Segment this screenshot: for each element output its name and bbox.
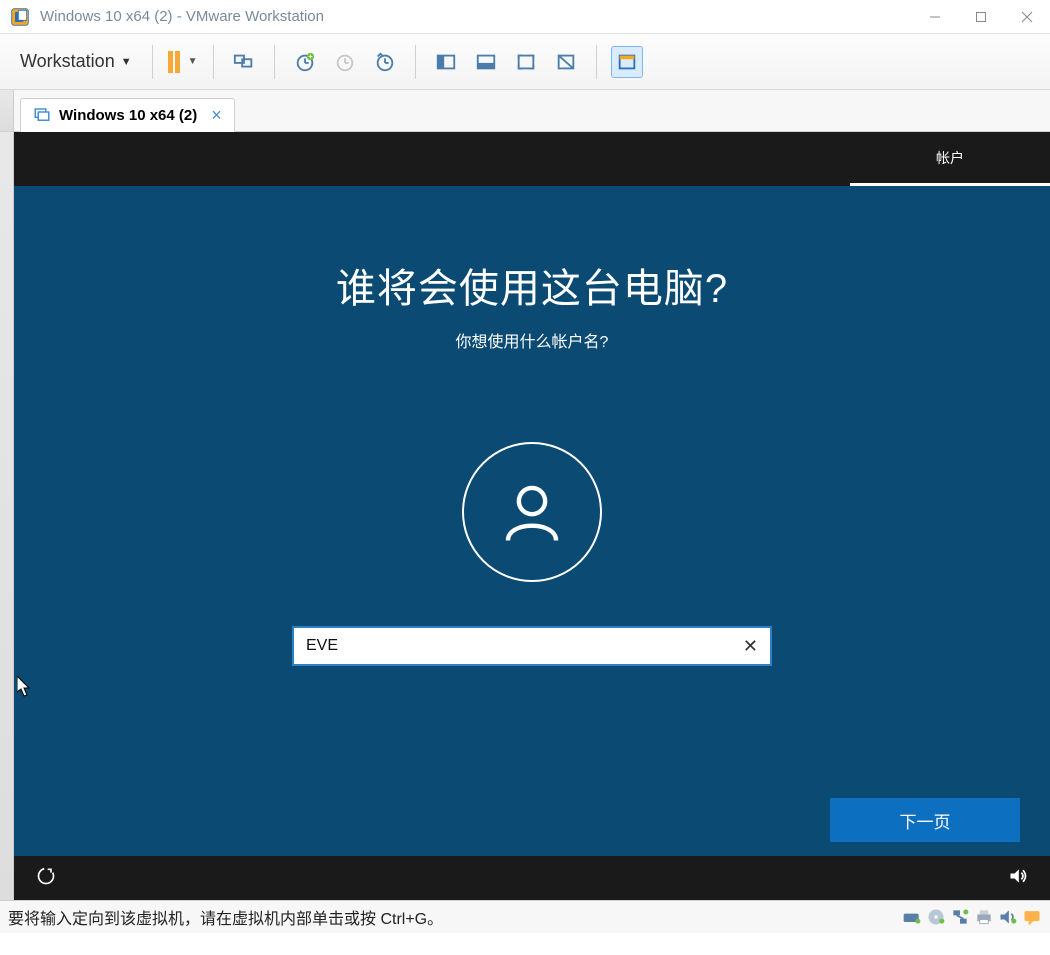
volume-icon[interactable]: [1008, 866, 1028, 891]
cd-icon[interactable]: [926, 907, 946, 927]
oobe-bottombar: [14, 856, 1050, 900]
toolbar-separator: [415, 45, 416, 79]
chevron-down-icon: ▼: [121, 56, 132, 68]
thumbnail-icon: [616, 51, 638, 73]
oobe-tab-label: 帐户: [936, 148, 964, 168]
minimize-button[interactable]: [912, 0, 958, 34]
next-button[interactable]: 下一页: [830, 798, 1020, 842]
workstation-menu-label: Workstation: [20, 51, 115, 72]
send-ctrl-alt-del-button[interactable]: [228, 46, 260, 78]
ease-of-access-icon[interactable]: [36, 866, 56, 891]
oobe-subheading: 你想使用什么帐户名?: [456, 328, 609, 352]
pause-vm-button[interactable]: ▼: [167, 46, 199, 78]
snapshot-take-button[interactable]: [289, 46, 321, 78]
vm-icon: [33, 106, 51, 124]
window-title: Windows 10 x64 (2) - VMware Workstation: [40, 8, 324, 25]
toolbar-separator: [274, 45, 275, 79]
toolbar-separator: [213, 45, 214, 79]
username-input-wrap[interactable]: ✕: [292, 626, 772, 666]
message-icon[interactable]: [1022, 907, 1042, 927]
clock-manage-icon: [374, 51, 396, 73]
clock-plus-icon: [294, 51, 316, 73]
sidebar-icon: [435, 51, 457, 73]
sound-icon[interactable]: [998, 907, 1018, 927]
oobe-heading: 谁将会使用这台电脑?: [336, 256, 728, 314]
view-console-button[interactable]: [470, 46, 502, 78]
toolbar-separator: [152, 45, 153, 79]
fullscreen-icon: [515, 51, 537, 73]
clear-input-icon[interactable]: ✕: [743, 636, 758, 657]
window-titlebar: Windows 10 x64 (2) - VMware Workstation: [0, 0, 1050, 34]
clock-back-icon: [334, 51, 356, 73]
close-tab-icon[interactable]: ×: [211, 105, 222, 126]
oobe-topbar: 帐户: [14, 132, 1050, 186]
vm-tab-label: Windows 10 x64 (2): [59, 107, 197, 124]
pause-icon: [168, 51, 180, 73]
bottombar-icon: [475, 51, 497, 73]
view-sidebar-button[interactable]: [430, 46, 462, 78]
guest-area: 帐户 谁将会使用这台电脑? 你想使用什么帐户名? ✕ 下一页: [0, 132, 1050, 900]
username-input[interactable]: [306, 637, 743, 655]
left-gutter: [0, 90, 14, 131]
unity-mode-button[interactable]: [550, 46, 582, 78]
toolbar-separator: [596, 45, 597, 79]
statusbar: 要将输入定向到该虚拟机，请在虚拟机内部单击或按 Ctrl+G。: [0, 900, 1050, 933]
device-status-icons: [902, 907, 1042, 927]
user-avatar-icon: [462, 442, 602, 582]
network-icon[interactable]: [950, 907, 970, 927]
monitors-icon: [233, 51, 255, 73]
oobe-body: 谁将会使用这台电脑? 你想使用什么帐户名? ✕: [14, 186, 1050, 900]
hdd-icon[interactable]: [902, 907, 922, 927]
maximize-button[interactable]: [958, 0, 1004, 34]
left-gutter: [0, 132, 14, 900]
statusbar-text: 要将输入定向到该虚拟机，请在虚拟机内部单击或按 Ctrl+G。: [8, 905, 443, 929]
vm-tabstrip: Windows 10 x64 (2) ×: [0, 90, 1050, 132]
vmware-logo-icon: [10, 7, 30, 27]
close-button[interactable]: [1004, 0, 1050, 34]
vm-tab[interactable]: Windows 10 x64 (2) ×: [20, 98, 235, 132]
fullscreen-button[interactable]: [510, 46, 542, 78]
unity-icon: [555, 51, 577, 73]
workstation-menu[interactable]: Workstation ▼: [14, 47, 138, 76]
snapshot-revert-button[interactable]: [329, 46, 361, 78]
chevron-down-icon: ▼: [188, 56, 198, 67]
snapshot-manager-button[interactable]: [369, 46, 401, 78]
printer-icon[interactable]: [974, 907, 994, 927]
thumbnail-bar-button[interactable]: [611, 46, 643, 78]
oobe-tab-account[interactable]: 帐户: [850, 132, 1050, 186]
toolbar: Workstation ▼ ▼: [0, 34, 1050, 90]
windows-oobe-screen[interactable]: 帐户 谁将会使用这台电脑? 你想使用什么帐户名? ✕ 下一页: [14, 132, 1050, 900]
